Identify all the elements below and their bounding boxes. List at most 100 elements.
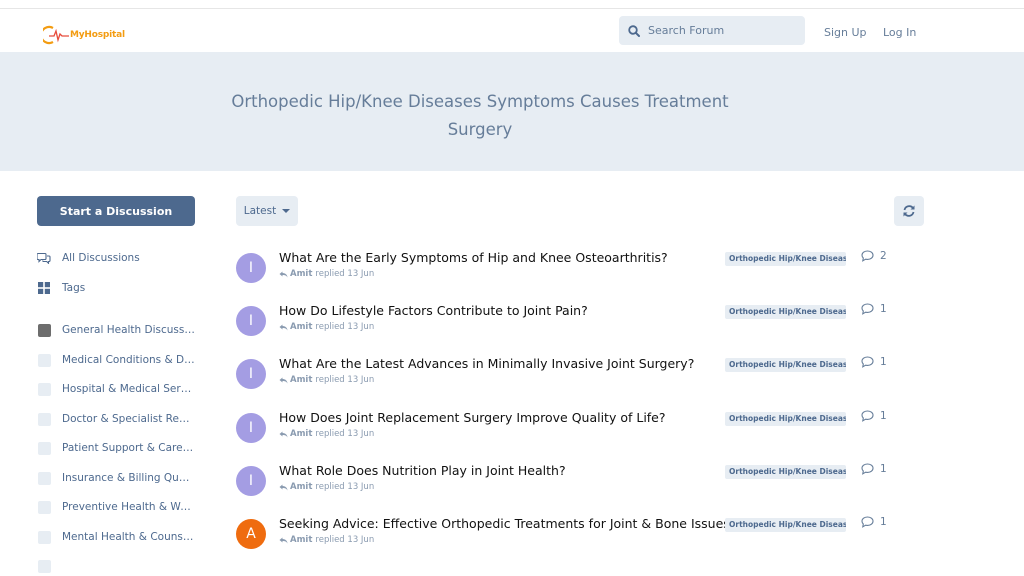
avatar-initial: I <box>248 313 254 329</box>
avatar-initial: I <box>248 260 254 276</box>
sidebar-category-partial[interactable] <box>37 556 62 576</box>
discussion-meta: Amit replied 13 Jun <box>279 535 374 545</box>
avatar[interactable]: I <box>236 466 266 496</box>
reply-icon <box>279 271 288 277</box>
category-label: Patient Support & Caregiv... <box>62 442 195 454</box>
activity-date: 13 Jun <box>347 482 375 492</box>
sort-label: Latest <box>243 205 277 217</box>
reply-count: 1 <box>861 516 887 528</box>
sidebar-category[interactable]: Doctor & Specialist Reviews <box>37 409 195 429</box>
activity-label: replied <box>315 269 345 279</box>
activity-label: replied <box>315 322 345 332</box>
discussion-meta: Amit replied 13 Jun <box>279 429 374 439</box>
avatar[interactable]: I <box>236 413 266 443</box>
category-swatch <box>37 323 51 337</box>
discussion-meta: Amit replied 13 Jun <box>279 375 374 385</box>
comment-icon <box>861 463 874 475</box>
tag-label[interactable]: Orthopedic Hip/Knee Diseases <box>725 518 846 532</box>
activity-label: replied <box>315 429 345 439</box>
username-link[interactable]: Amit <box>290 269 312 279</box>
search-box[interactable] <box>619 16 805 45</box>
reply-count: 1 <box>861 410 887 422</box>
sidebar-category[interactable]: Patient Support & Caregiv... <box>37 438 195 458</box>
sort-dropdown[interactable]: Latest <box>236 196 298 226</box>
category-label: Hospital & Medical Services <box>62 383 195 395</box>
sidebar-item-label: All Discussions <box>62 252 140 264</box>
comment-icon <box>861 410 874 422</box>
sidebar-category[interactable]: Hospital & Medical Services <box>37 379 195 399</box>
sidebar-category[interactable]: Insurance & Billing Questi... <box>37 468 195 488</box>
sidebar-category[interactable]: Mental Health & Counseli... <box>37 527 195 547</box>
discussion-row[interactable]: I How Do Lifestyle Factors Contribute to… <box>236 303 896 353</box>
search-input[interactable] <box>648 24 798 37</box>
category-label: Preventive Health & Welln... <box>62 501 195 513</box>
tag-label[interactable]: Orthopedic Hip/Knee Diseases <box>725 412 846 426</box>
username-link[interactable]: Amit <box>290 429 312 439</box>
login-link[interactable]: Log In <box>883 26 916 39</box>
discussion-title[interactable]: How Does Joint Replacement Surgery Impro… <box>279 410 666 425</box>
sidebar-item-tags[interactable]: Tags <box>37 278 85 298</box>
sidebar-item-all-discussions[interactable]: All Discussions <box>37 248 140 268</box>
reply-count-value: 1 <box>880 303 887 315</box>
avatar-initial: A <box>246 526 256 542</box>
username-link[interactable]: Amit <box>290 535 312 545</box>
reply-count: 1 <box>861 463 887 475</box>
browser-top-edge <box>0 0 1024 9</box>
tag-label[interactable]: Orthopedic Hip/Knee Diseases <box>725 305 846 319</box>
reply-icon <box>279 377 288 383</box>
site-logo[interactable]: MyHospital <box>43 23 125 47</box>
activity-date: 13 Jun <box>347 375 375 385</box>
discussion-title[interactable]: What Are the Latest Advances in Minimall… <box>279 356 694 371</box>
comment-icon <box>861 303 874 315</box>
discussion-title[interactable]: What Are the Early Symptoms of Hip and K… <box>279 250 668 265</box>
tag-label[interactable]: Orthopedic Hip/Knee Diseases <box>725 465 846 479</box>
reply-count-value: 1 <box>880 356 887 368</box>
username-link[interactable]: Amit <box>290 375 312 385</box>
sidebar-item-label: Tags <box>62 282 86 294</box>
activity-label: replied <box>315 375 345 385</box>
category-swatch <box>37 382 51 396</box>
category-swatch <box>37 471 51 485</box>
activity-label: replied <box>315 482 345 492</box>
sidebar-category[interactable]: Preventive Health & Welln... <box>37 497 195 517</box>
discussion-row[interactable]: I What Role Does Nutrition Play in Joint… <box>236 463 896 513</box>
reply-icon <box>279 431 288 437</box>
category-label: General Health Discussions <box>62 324 195 336</box>
category-label: Doctor & Specialist Reviews <box>62 413 195 425</box>
tag-label[interactable]: Orthopedic Hip/Knee Diseases <box>725 252 846 266</box>
activity-date: 13 Jun <box>347 269 375 279</box>
comment-icon <box>861 516 874 528</box>
discussion-row[interactable]: I What Are the Latest Advances in Minima… <box>236 356 896 406</box>
discussion-row[interactable]: A Seeking Advice: Effective Orthopedic T… <box>236 516 896 566</box>
discussion-row[interactable]: I How Does Joint Replacement Surgery Imp… <box>236 410 896 460</box>
discussion-title[interactable]: How Do Lifestyle Factors Contribute to J… <box>279 303 588 318</box>
avatar[interactable]: I <box>236 253 266 283</box>
category-swatch <box>37 500 51 514</box>
sidebar-category[interactable]: General Health Discussions <box>37 320 195 340</box>
reply-icon <box>279 537 288 543</box>
discussion-title[interactable]: What Role Does Nutrition Play in Joint H… <box>279 463 566 478</box>
signup-link[interactable]: Sign Up <box>824 26 867 39</box>
tag-label[interactable]: Orthopedic Hip/Knee Diseases <box>725 358 846 372</box>
activity-date: 13 Jun <box>347 429 375 439</box>
avatar[interactable]: I <box>236 359 266 389</box>
discussion-meta: Amit replied 13 Jun <box>279 322 374 332</box>
avatar[interactable]: I <box>236 306 266 336</box>
sidebar-category[interactable]: Medical Conditions & Dis... <box>37 350 195 370</box>
reply-icon <box>279 484 288 490</box>
avatar-initial: I <box>248 366 254 382</box>
category-swatch <box>37 441 51 455</box>
start-discussion-button[interactable]: Start a Discussion <box>37 196 195 226</box>
discussion-meta: Amit replied 13 Jun <box>279 482 374 492</box>
username-link[interactable]: Amit <box>290 322 312 332</box>
username-link[interactable]: Amit <box>290 482 312 492</box>
reply-count-value: 2 <box>880 250 887 262</box>
avatar[interactable]: A <box>236 519 266 549</box>
page-title-line2: Surgery <box>447 120 513 139</box>
category-swatch <box>37 530 51 544</box>
refresh-button[interactable] <box>894 196 924 226</box>
discussion-title[interactable]: Seeking Advice: Effective Orthopedic Tre… <box>279 516 730 531</box>
discussion-row[interactable]: I What Are the Early Symptoms of Hip and… <box>236 250 896 300</box>
caret-down-icon <box>282 209 291 213</box>
tag-hero: Orthopedic Hip/Knee Diseases Symptoms Ca… <box>0 52 1024 171</box>
